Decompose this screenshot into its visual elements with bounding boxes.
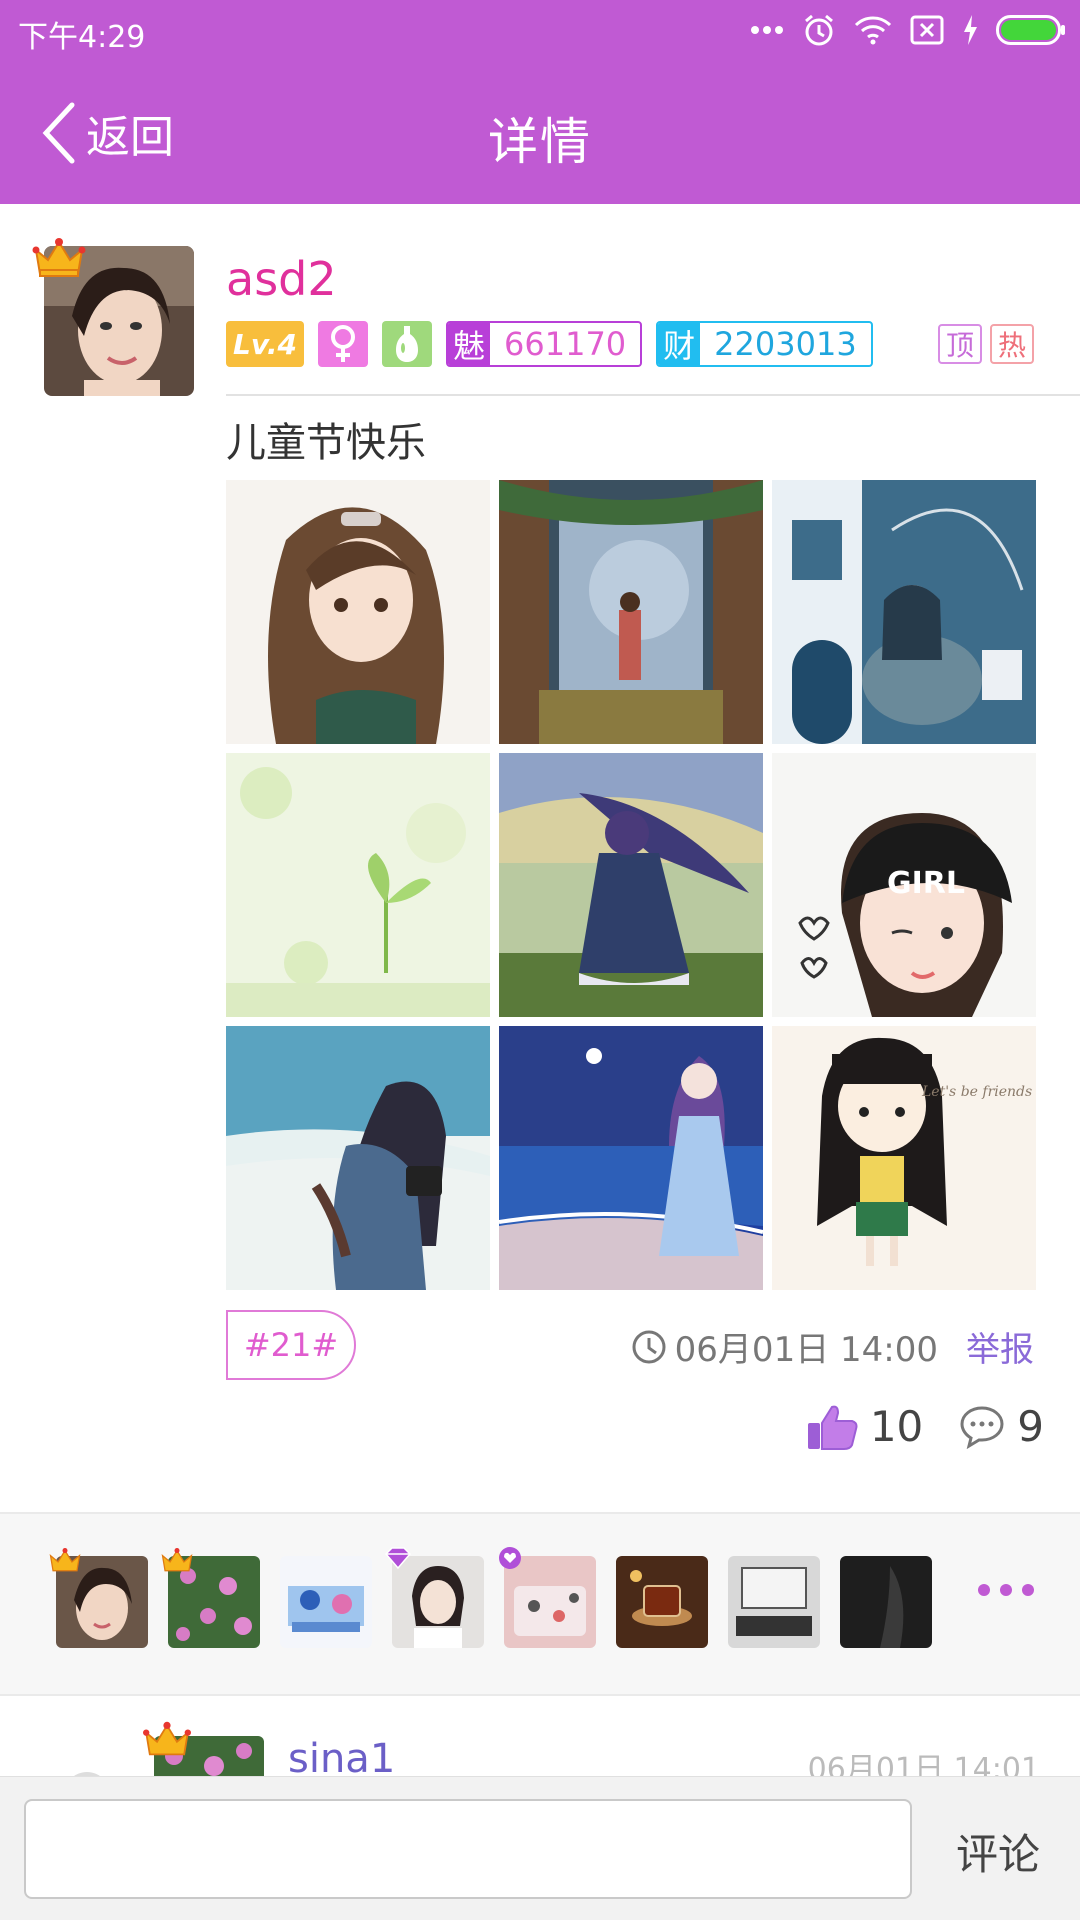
sim-icon	[910, 15, 944, 45]
photo-thumbnail[interactable]	[226, 1026, 490, 1290]
level-badge: Lv.4	[226, 321, 304, 367]
status-bar: 下午4:29	[0, 0, 1080, 62]
photo-thumbnail[interactable]: GIRL	[772, 753, 1036, 1017]
photo-thumbnail[interactable]	[499, 1026, 763, 1290]
crown-icon	[32, 238, 86, 277]
comment-submit-button[interactable]: 评论	[956, 1821, 1040, 1882]
likers-row	[0, 1514, 1080, 1694]
like-button[interactable]: 10	[806, 1402, 923, 1451]
photo-thumbnail[interactable]	[499, 753, 763, 1017]
comment-time: 06月01日 14:01	[807, 1752, 1040, 1776]
liker-avatar[interactable]	[49, 1548, 148, 1648]
status-icons	[750, 10, 1066, 50]
charm-badge: 魅 661170	[446, 321, 643, 367]
bottle-icon	[382, 321, 432, 367]
svg-text:Let's be friends: Let's be friends	[921, 1084, 1032, 1100]
crown-icon	[49, 1548, 81, 1572]
liker-avatar[interactable]	[161, 1548, 260, 1648]
photo-thumbnail[interactable]	[226, 753, 490, 1017]
author-avatar[interactable]	[32, 238, 196, 396]
post-time-text: 06月01日 14:00	[674, 1330, 938, 1370]
hot-tag: 热	[990, 324, 1034, 364]
dot	[978, 1584, 990, 1596]
photo-thumbnail[interactable]	[772, 480, 1036, 744]
comment-button[interactable]: 9	[959, 1402, 1044, 1451]
divider	[226, 394, 1080, 396]
liker-avatar[interactable]	[840, 1556, 932, 1648]
status-time: 下午4:29	[18, 20, 146, 55]
svg-text:GIRL: GIRL	[887, 866, 965, 901]
page-title: 详情	[488, 113, 592, 171]
charm-char: 魅	[448, 323, 490, 365]
wifi-icon	[854, 16, 892, 45]
clock-icon	[632, 1330, 666, 1363]
photo-thumbnail[interactable]	[499, 480, 763, 744]
wealth-badge: 财 2203013	[656, 321, 873, 367]
female-icon	[318, 321, 368, 367]
charm-value: 661170	[504, 325, 627, 363]
like-count: 10	[869, 1402, 924, 1451]
comment-username[interactable]: sina1	[288, 1736, 395, 1776]
liker-avatar[interactable]	[728, 1556, 820, 1648]
post-stats: 10 9	[806, 1402, 1044, 1451]
user-badges: Lv.4 魅 661170 财 2203013	[226, 320, 873, 368]
heart-badge-icon	[499, 1547, 521, 1569]
pinned-tag: 顶	[938, 324, 982, 364]
gem-icon	[384, 1547, 412, 1570]
crown-icon	[143, 1721, 191, 1756]
liker-avatar[interactable]	[499, 1547, 596, 1648]
post-username[interactable]: asd2	[226, 252, 337, 306]
wealth-value: 2203013	[714, 325, 857, 363]
dot	[1022, 1584, 1034, 1596]
thumbs-up-icon	[807, 1405, 858, 1450]
nav-bar: 返回 详情	[0, 62, 1080, 204]
comment-input[interactable]	[24, 1799, 912, 1899]
charging-icon	[964, 15, 977, 45]
comment-count: 9	[1017, 1402, 1044, 1451]
liker-avatar[interactable]	[280, 1556, 372, 1648]
comment-input-bar: 评论	[0, 1776, 1080, 1920]
wealth-char: 财	[658, 323, 701, 365]
post-time: 06月01日 14:00	[631, 1322, 938, 1371]
liker-avatar[interactable]	[384, 1547, 484, 1648]
crown-icon	[161, 1548, 193, 1572]
photo-thumbnail[interactable]	[226, 480, 490, 744]
alarm-icon	[805, 14, 833, 46]
liker-avatar[interactable]	[616, 1556, 708, 1648]
report-button[interactable]: 举报	[966, 1322, 1034, 1371]
post-text: 儿童节快乐	[226, 420, 426, 466]
battery-icon	[996, 15, 1065, 45]
dot	[1000, 1584, 1012, 1596]
more-dots-icon	[751, 26, 783, 34]
liker-avatars	[49, 1547, 932, 1648]
topic-tag[interactable]: #21#	[226, 1310, 356, 1380]
photo-grid: GIRL Let's be friends	[226, 480, 1036, 1290]
comment-item[interactable]: sina1 06月01日 14:01	[0, 1696, 1080, 1776]
comment-bubble-icon	[960, 1405, 1004, 1449]
photo-thumbnail[interactable]: Let's be friends	[772, 1026, 1036, 1290]
more-likers-button[interactable]	[978, 1584, 1034, 1596]
